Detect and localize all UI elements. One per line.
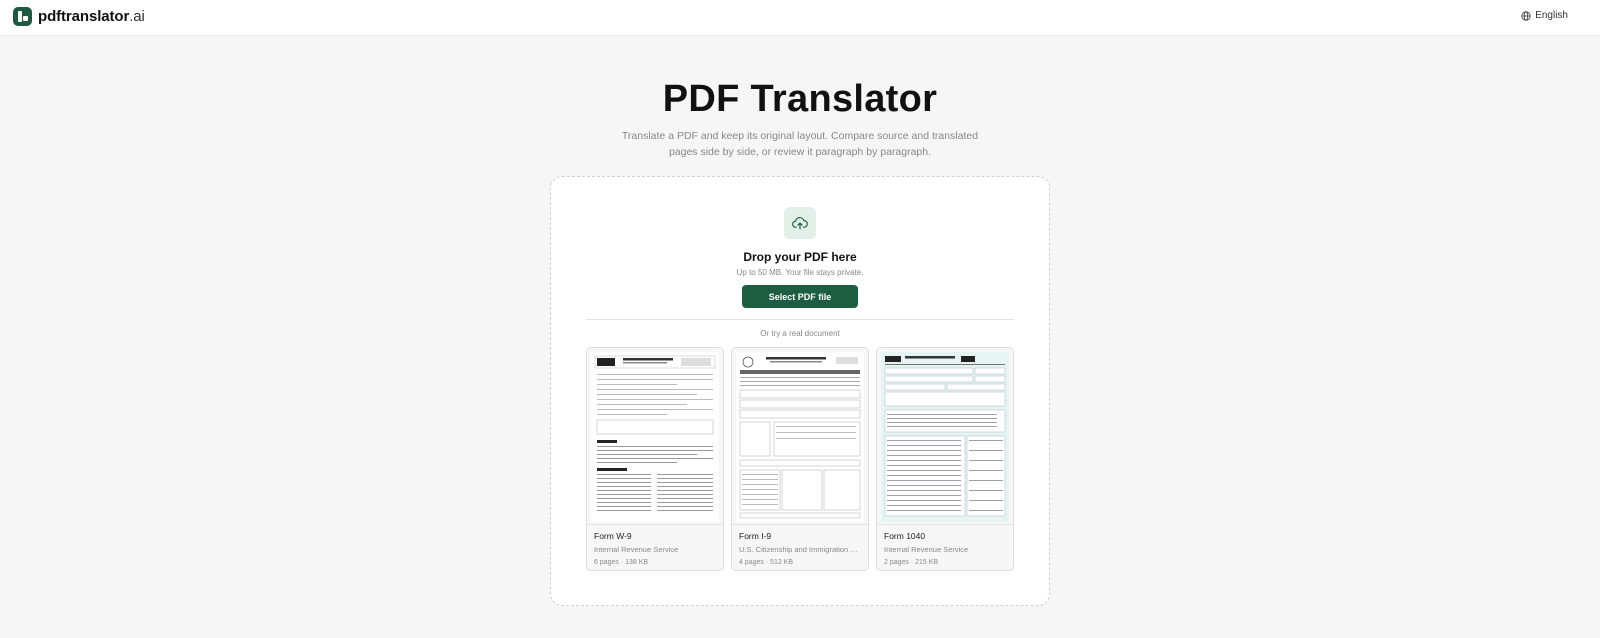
dropzone-subtitle: Up to 50 MB. Your file stays private.: [736, 268, 864, 277]
sample-issuer: Internal Revenue Service: [594, 545, 679, 554]
document-thumbnail: [736, 352, 864, 522]
sample-documents-label: Or try a real document: [760, 329, 840, 338]
sample-card-form-i9[interactable]: Form I-9 U.S. Citizenship and Immigratio…: [731, 347, 869, 571]
logo-icon: [13, 7, 32, 26]
brand-logo[interactable]: pdftranslator.ai: [13, 7, 145, 26]
globe-icon: [1521, 10, 1531, 21]
sample-info: 2 pages · 215 KB: [884, 559, 939, 566]
document-thumbnail: [591, 352, 719, 522]
sample-title: Form W-9: [594, 531, 632, 541]
cloud-upload-icon: [784, 207, 816, 239]
language-selector[interactable]: English: [1521, 10, 1568, 21]
page-title: PDF Translator: [662, 78, 938, 120]
sample-info: 4 pages · 512 KB: [739, 559, 794, 566]
page-subtitle: Translate a PDF and keep its original la…: [621, 130, 979, 158]
sample-card-meta: Form 1040 Internal Revenue Service 2 pag…: [877, 524, 1013, 570]
sample-issuer: U.S. Citizenship and Immigration Service…: [739, 545, 861, 554]
divider: [586, 319, 1014, 320]
dropzone-title: Drop your PDF here: [743, 250, 857, 264]
sample-card-meta: Form I-9 U.S. Citizenship and Immigratio…: [732, 524, 868, 570]
language-label: English: [1535, 10, 1568, 21]
document-thumbnail: [881, 352, 1009, 522]
sample-card-form-w9[interactable]: Form W-9 Internal Revenue Service 6 page…: [586, 347, 724, 571]
upload-dropzone[interactable]: Drop your PDF here Up to 50 MB. Your fil…: [550, 176, 1050, 606]
brand-name: pdftranslator.ai: [38, 8, 145, 25]
top-bar: pdftranslator.ai English: [0, 0, 1600, 36]
sample-title: Form I-9: [739, 531, 772, 541]
sample-title: Form 1040: [884, 531, 926, 541]
sample-info: 6 pages · 138 KB: [594, 559, 649, 566]
sample-card-form-1040[interactable]: Form 1040 Internal Revenue Service 2 pag…: [876, 347, 1014, 571]
sample-card-meta: Form W-9 Internal Revenue Service 6 page…: [587, 524, 723, 570]
sample-issuer: Internal Revenue Service: [884, 545, 969, 554]
select-pdf-button[interactable]: Select PDF file: [742, 285, 858, 308]
